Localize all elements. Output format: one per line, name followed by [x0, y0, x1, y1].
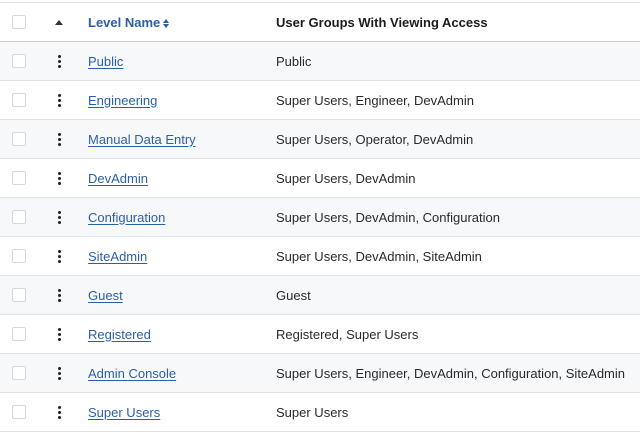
level-name-cell: Admin Console [88, 366, 176, 381]
drag-handle-icon [57, 170, 61, 186]
level-name-link[interactable]: Manual Data Entry [88, 132, 196, 147]
table-row: Super Users Super Users [0, 393, 640, 432]
level-name-cell: Engineering [88, 93, 157, 108]
level-name-cell: Guest [88, 288, 123, 303]
drag-handle[interactable] [52, 363, 66, 383]
level-name-header-label: Level Name [88, 14, 161, 30]
user-groups-cell: Super Users, Engineer, DevAdmin, Configu… [276, 365, 626, 381]
drag-handle-icon [57, 53, 61, 69]
drag-handle-icon [57, 404, 61, 420]
level-name-link[interactable]: Configuration [88, 210, 165, 225]
user-groups-cell: Super Users, Operator, DevAdmin [276, 131, 474, 147]
row-checkbox[interactable] [12, 54, 26, 68]
row-checkbox[interactable] [12, 171, 26, 185]
user-groups-cell: Public [276, 53, 312, 69]
drag-handle[interactable] [52, 129, 66, 149]
level-name-link[interactable]: SiteAdmin [88, 249, 147, 264]
drag-handle[interactable] [52, 402, 66, 422]
level-name-link[interactable]: Engineering [88, 93, 157, 108]
level-name-cell: Manual Data Entry [88, 132, 196, 147]
drag-handle[interactable] [52, 285, 66, 305]
table-row: Configuration Super Users, DevAdmin, Conf… [0, 198, 640, 237]
user-groups-cell: Registered, Super Users [276, 326, 419, 342]
level-name-column-header[interactable]: Level Name [88, 14, 170, 30]
table-row: Guest Guest [0, 276, 640, 315]
sort-ascending-icon [55, 19, 63, 25]
drag-handle-icon [57, 365, 61, 381]
level-name-cell: SiteAdmin [88, 249, 147, 264]
level-name-cell: Public [88, 54, 123, 69]
row-checkbox[interactable] [12, 210, 26, 224]
ordering-column-header[interactable] [52, 12, 66, 32]
user-groups-cell: Super Users, DevAdmin [276, 170, 416, 186]
drag-handle-icon [57, 131, 61, 147]
drag-handle[interactable] [52, 246, 66, 266]
row-checkbox[interactable] [12, 249, 26, 263]
user-groups-cell: Super Users [276, 404, 349, 420]
user-groups-cell: Super Users, DevAdmin, Configuration [276, 209, 500, 225]
drag-handle[interactable] [52, 207, 66, 227]
level-name-cell: Configuration [88, 210, 165, 225]
level-name-link[interactable]: Public [88, 54, 123, 69]
table-header-row: Level Name User Groups With Viewing Acce… [0, 2, 640, 42]
level-name-cell: DevAdmin [88, 171, 148, 186]
drag-handle-icon [57, 92, 61, 108]
level-name-cell: Registered [88, 327, 151, 342]
drag-handle[interactable] [52, 51, 66, 71]
row-checkbox[interactable] [12, 366, 26, 380]
level-name-cell: Super Users [88, 405, 160, 420]
drag-handle[interactable] [52, 168, 66, 188]
level-name-link[interactable]: Guest [88, 288, 123, 303]
user-groups-cell: Super Users, Engineer, DevAdmin [276, 92, 474, 108]
level-name-link[interactable]: DevAdmin [88, 171, 148, 186]
drag-handle-icon [57, 209, 61, 225]
table-row: SiteAdmin Super Users, DevAdmin, SiteAdmi… [0, 237, 640, 276]
user-groups-cell: Super Users, DevAdmin, SiteAdmin [276, 248, 482, 264]
table-row: Engineering Super Users, Engineer, DevAdm… [0, 81, 640, 120]
drag-handle[interactable] [52, 324, 66, 344]
user-groups-column-header: User Groups With Viewing Access [276, 14, 488, 30]
row-checkbox[interactable] [12, 132, 26, 146]
level-name-link[interactable]: Admin Console [88, 366, 176, 381]
drag-handle-icon [57, 287, 61, 303]
table-row: Admin Console Super Users, Engineer, DevA… [0, 354, 640, 393]
table-row: Manual Data Entry Super Users, Operator, … [0, 120, 640, 159]
level-name-link[interactable]: Registered [88, 327, 151, 342]
row-checkbox[interactable] [12, 288, 26, 302]
row-checkbox[interactable] [12, 327, 26, 341]
table-row: Public Public [0, 42, 640, 81]
user-groups-cell: Guest [276, 287, 311, 303]
sort-both-icon [163, 18, 170, 28]
drag-handle[interactable] [52, 90, 66, 110]
drag-handle-icon [57, 248, 61, 264]
level-name-link[interactable]: Super Users [88, 405, 160, 420]
table-row: DevAdmin Super Users, DevAdmin [0, 159, 640, 198]
row-checkbox[interactable] [12, 405, 26, 419]
row-checkbox[interactable] [12, 93, 26, 107]
drag-handle-icon [57, 326, 61, 342]
table-row: Registered Registered, Super Users [0, 315, 640, 354]
access-levels-table: Level Name User Groups With Viewing Acce… [0, 2, 640, 432]
select-all-checkbox[interactable] [12, 15, 26, 29]
